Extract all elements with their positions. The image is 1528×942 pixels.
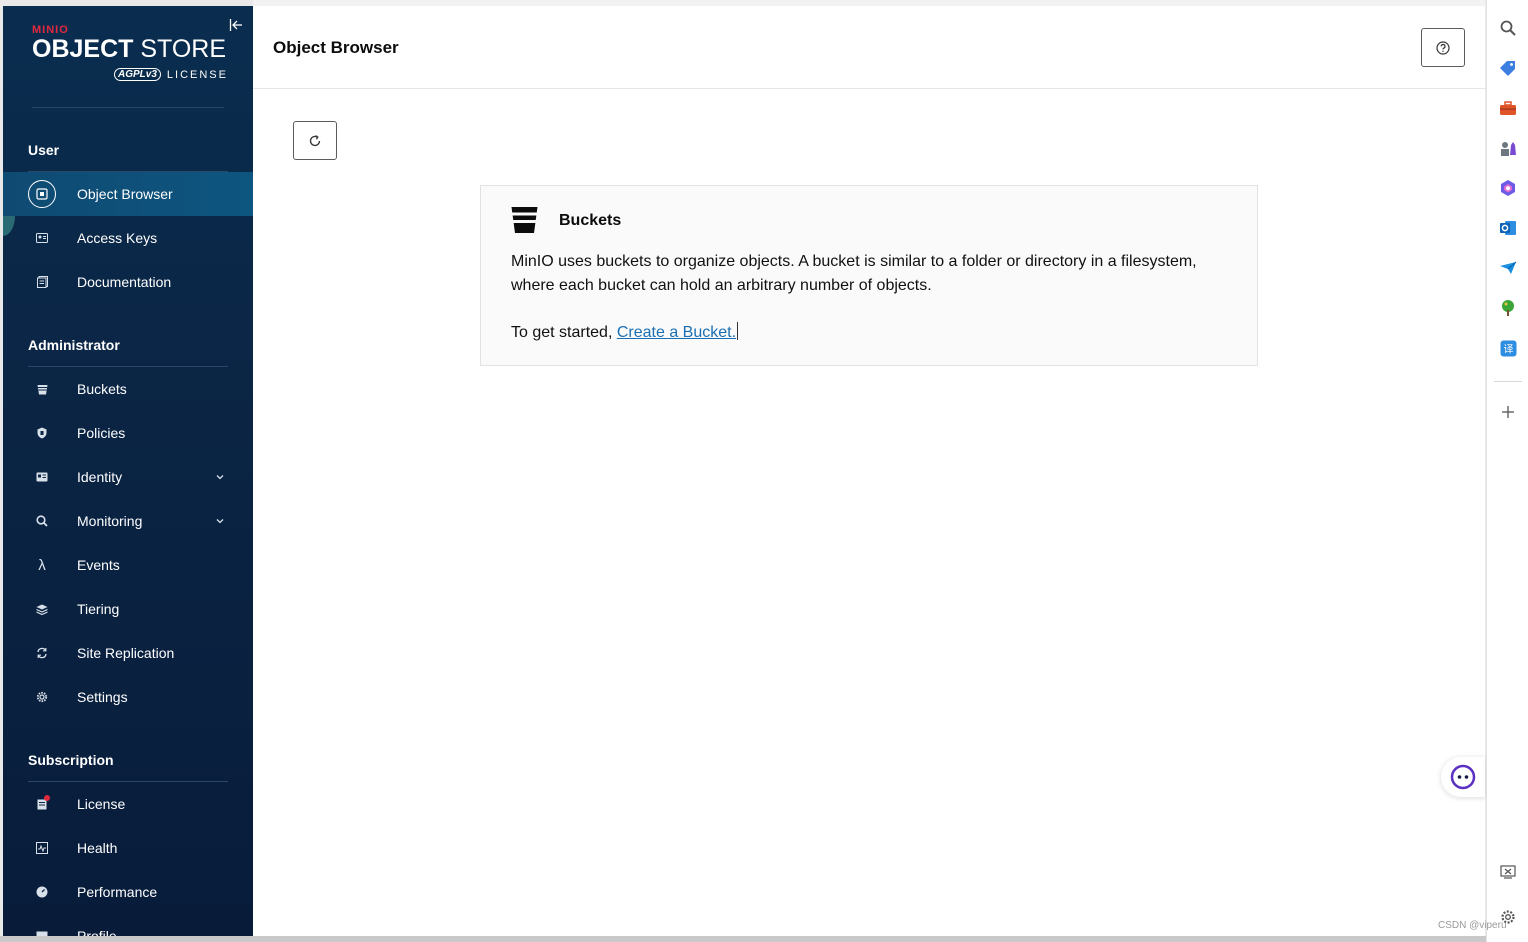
bucket-icon <box>33 380 51 398</box>
sidebar-item-label: Policies <box>77 425 126 441</box>
bucket-icon <box>511 207 538 233</box>
sidebar-item-identity[interactable]: Identity <box>3 455 253 499</box>
sidebar-item-label: Buckets <box>77 381 127 397</box>
sidebar-item-license[interactable]: License <box>3 782 253 826</box>
svg-text:译: 译 <box>1503 343 1513 355</box>
sidebar-item-label: Profile <box>77 928 117 936</box>
copilot-hex-icon[interactable] <box>1498 178 1518 198</box>
gear-icon <box>33 688 51 706</box>
documentation-icon <box>33 273 51 291</box>
assistant-widget[interactable] <box>1441 757 1485 797</box>
tag-icon[interactable] <box>1498 58 1518 78</box>
sidebar-item-label: Health <box>77 840 118 856</box>
sidebar-item-health[interactable]: Health <box>3 826 253 870</box>
buckets-info-card: Buckets MinIO uses buckets to organize o… <box>480 185 1258 366</box>
lambda-icon: λ <box>38 556 46 574</box>
shield-icon <box>33 424 51 442</box>
sidebar-item-monitoring[interactable]: Monitoring <box>3 499 253 543</box>
refresh-button[interactable] <box>293 121 337 160</box>
sidebar-item-site-replication[interactable]: Site Replication <box>3 631 253 675</box>
agpl-badge: AGPLv3 <box>114 68 161 81</box>
sidebar-item-policies[interactable]: Policies <box>3 411 253 455</box>
license-word: LICENSE <box>166 68 228 81</box>
translate-icon[interactable]: 译 <box>1498 338 1518 358</box>
side-panel-divider <box>1494 381 1522 382</box>
assistant-face-icon <box>1450 764 1476 790</box>
identity-icon <box>33 468 51 486</box>
sidebar-item-performance[interactable]: Performance <box>3 870 253 914</box>
browser-frame: MINIO OBJECT STORE AGPLv3 LICENSE User O… <box>0 0 1528 942</box>
page-header: Object Browser <box>253 6 1485 89</box>
tree-icon[interactable] <box>1498 298 1518 318</box>
page-title: Object Browser <box>273 38 399 57</box>
logo[interactable]: MINIO OBJECT STORE AGPLv3 LICENSE <box>32 24 232 94</box>
help-icon <box>1436 40 1450 55</box>
sidebar-item-label: License <box>77 796 126 812</box>
sidebar-item-documentation[interactable]: Documentation <box>3 260 253 304</box>
sidebar-item-profile[interactable]: Profile <box>3 914 253 936</box>
sidebar-item-label: Site Replication <box>77 645 175 661</box>
profile-icon <box>33 927 51 936</box>
logo-title-light: STORE <box>133 35 227 63</box>
add-icon[interactable] <box>1498 402 1518 422</box>
sidebar-item-events[interactable]: λ Events <box>3 543 253 587</box>
sidebar-item-label: Access Keys <box>77 230 158 246</box>
card-description: MinIO uses buckets to organize objects. … <box>511 253 1197 294</box>
search-icon[interactable] <box>1498 18 1518 38</box>
sidebar-item-tiering[interactable]: Tiering <box>3 587 253 631</box>
screenshot-icon[interactable] <box>1498 862 1518 882</box>
watermark: CSDN @viperu <box>1438 920 1507 931</box>
section-user: User <box>28 142 60 158</box>
text-caret <box>737 322 739 340</box>
help-button[interactable] <box>1421 28 1465 67</box>
sidebar-item-label: Events <box>77 557 120 573</box>
send-icon[interactable] <box>1498 258 1518 278</box>
logo-divider <box>32 107 224 108</box>
sidebar-item-buckets[interactable]: Buckets <box>3 367 253 411</box>
bottom-strip <box>0 936 1486 942</box>
performance-icon <box>33 883 51 901</box>
outlook-icon[interactable] <box>1498 218 1518 238</box>
logo-license: AGPLv3 LICENSE <box>114 68 228 81</box>
section-subscription: Subscription <box>28 752 114 768</box>
sidebar-item-label: Monitoring <box>77 513 143 529</box>
sidebar-item-object-browser[interactable]: Object Browser <box>3 172 253 216</box>
get-started-prefix: To get started, <box>511 324 617 341</box>
briefcase-icon[interactable] <box>1498 98 1518 118</box>
sidebar-item-label: Performance <box>77 884 158 900</box>
section-administrator: Administrator <box>28 337 120 353</box>
object-browser-icon <box>28 180 56 208</box>
sidebar-item-settings[interactable]: Settings <box>3 675 253 719</box>
access-keys-icon <box>33 229 51 247</box>
create-bucket-link[interactable]: Create a Bucket. <box>617 324 736 341</box>
chevron-down-icon[interactable] <box>215 516 225 526</box>
card-title: Buckets <box>559 212 622 229</box>
browser-side-panel: 译 <box>1486 0 1528 942</box>
sidebar-item-label: Settings <box>77 689 128 705</box>
sidebar-item-label: Tiering <box>77 601 120 617</box>
health-icon <box>33 839 51 857</box>
collapse-sidebar-icon[interactable] <box>229 18 243 32</box>
chevron-down-icon[interactable] <box>215 472 225 482</box>
monitoring-icon <box>33 512 51 530</box>
sidebar-item-label: Documentation <box>77 274 172 290</box>
chess-icon[interactable] <box>1498 138 1518 158</box>
sidebar-item-label: Object Browser <box>77 186 173 202</box>
card-get-started: To get started, Create a Bucket. <box>511 322 739 342</box>
notification-dot <box>44 795 50 801</box>
sidebar-item-label: Identity <box>77 469 123 485</box>
layers-icon <box>33 600 51 618</box>
logo-title-bold: OBJECT <box>32 35 134 63</box>
main-content: Object Browser Buckets MinIO uses bucket… <box>253 6 1485 936</box>
refresh-icon <box>309 134 321 146</box>
sidebar-item-access-keys[interactable]: Access Keys <box>3 216 253 260</box>
sidebar: MINIO OBJECT STORE AGPLv3 LICENSE User O… <box>3 6 253 936</box>
replication-icon <box>33 644 51 662</box>
logo-title: OBJECT STORE <box>32 36 232 62</box>
